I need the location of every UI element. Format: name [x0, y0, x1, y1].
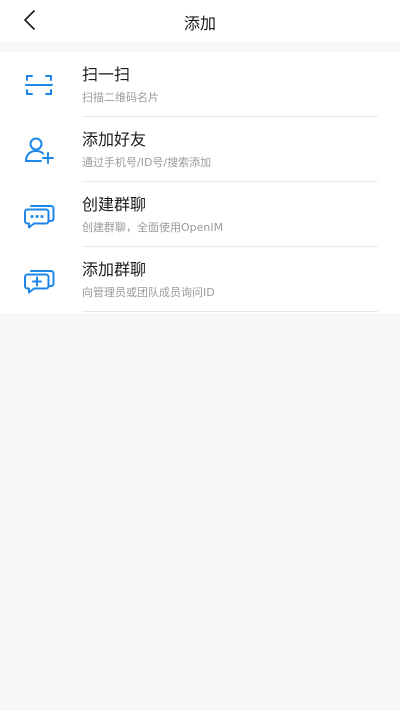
add-friend-icon: [25, 137, 54, 164]
add-friend-item-subtitle: 通过手机号/ID号/搜索添加: [82, 156, 212, 169]
add-friend-item[interactable]: 添加好友 通过手机号/ID号/搜索添加: [0, 117, 400, 182]
scan-item-subtitle: 扫描二维码名片: [82, 91, 159, 104]
scan-icon: [25, 75, 53, 95]
scan-item-label: 扫一扫: [82, 65, 131, 84]
create-group-chat-item[interactable]: 创建群聊 创建群聊，全面使用OpenIM: [0, 182, 400, 247]
scan-item-text: 扫一扫 扫描二维码名片: [82, 64, 380, 105]
create-group-chat-icon: [24, 205, 55, 229]
add-friend-item-text: 添加好友 通过手机号/ID号/搜索添加: [82, 129, 380, 170]
add-group-chat-icon: [24, 270, 55, 294]
add-group-chat-item-subtitle: 向管理员或团队成员询问ID: [82, 286, 215, 299]
create-group-chat-item-subtitle: 创建群聊，全面使用OpenIM: [82, 221, 224, 234]
page-title: 添加: [183, 14, 216, 33]
add-group-chat-item[interactable]: 添加群聊 向管理员或团队成员询问ID: [0, 247, 400, 312]
scan-item[interactable]: 扫一扫 扫描二维码名片: [0, 52, 400, 117]
create-group-chat-item-text: 创建群聊 创建群聊，全面使用OpenIM: [82, 194, 380, 235]
divider: [82, 311, 378, 312]
create-group-chat-item-label: 创建群聊: [82, 195, 147, 214]
add-group-chat-item-label: 添加群聊: [82, 260, 147, 279]
add-page: 添加 扫一扫 扫描二维码名片 添加好友 通过手机号/ID号/搜索添加 创建群聊 …: [0, 0, 400, 711]
add-group-chat-item-text: 添加群聊 向管理员或团队成员询问ID: [82, 259, 380, 300]
add-options-list: 扫一扫 扫描二维码名片 添加好友 通过手机号/ID号/搜索添加 创建群聊 创建群…: [0, 52, 400, 313]
add-friend-item-label: 添加好友: [82, 130, 147, 149]
header-bar: 添加: [0, 0, 400, 42]
